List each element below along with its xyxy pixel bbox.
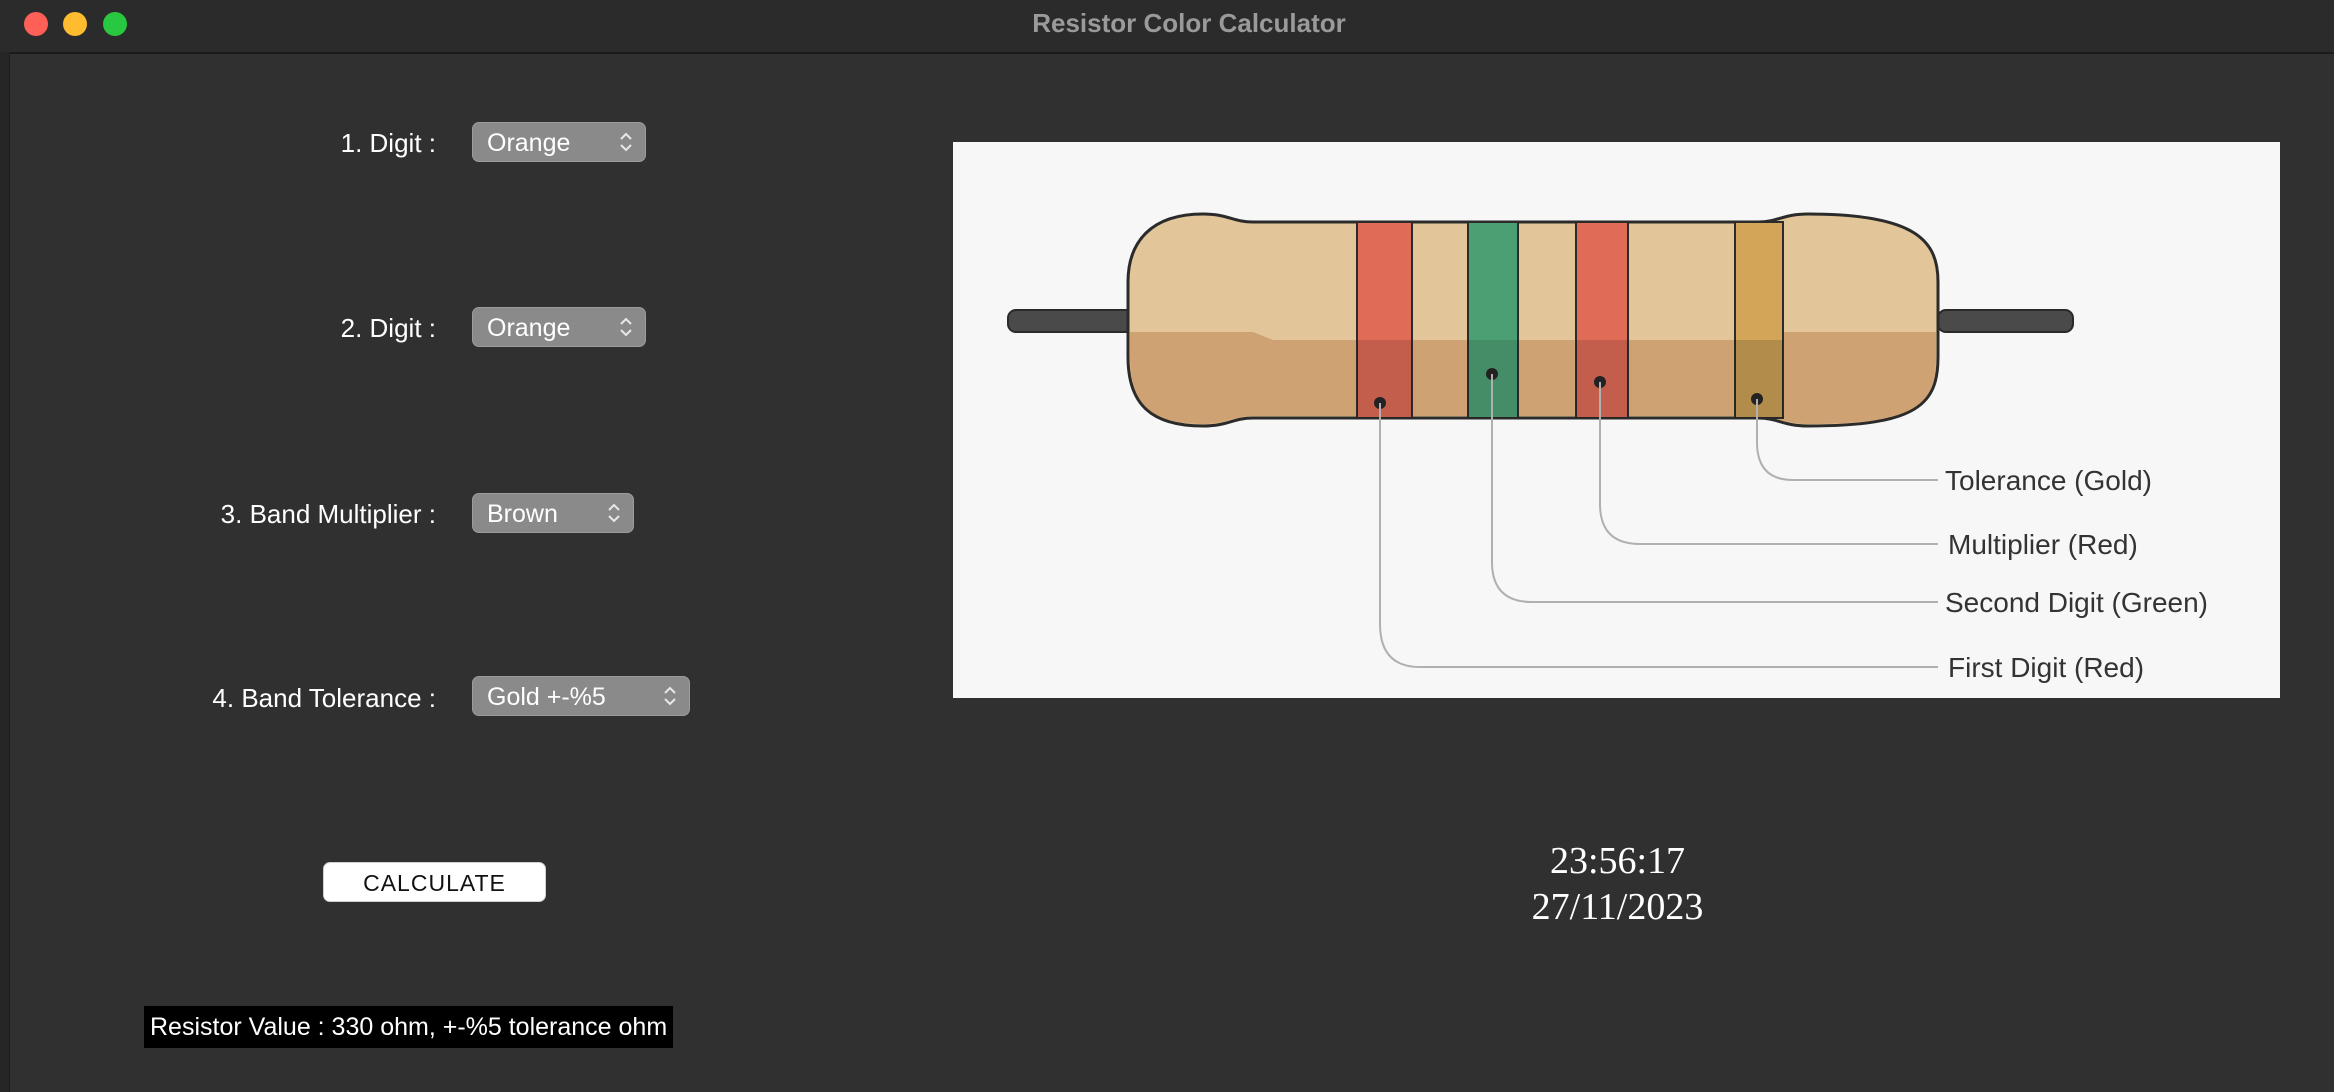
window-edge xyxy=(0,52,10,1092)
resistor-diagram: Tolerance (Gold) Multiplier (Red) Second… xyxy=(953,142,2280,698)
result-text: Resistor Value : 330 ohm, +-%5 tolerance… xyxy=(144,1006,674,1048)
updown-chevron-icon xyxy=(620,317,632,337)
body-shadow xyxy=(1130,332,1936,424)
clock-time: 23:56:17 xyxy=(1549,840,1686,882)
tolerance-select[interactable]: Gold +-%5 xyxy=(472,676,690,716)
multiplier-callout: Multiplier (Red) xyxy=(1948,529,2138,560)
right-lead xyxy=(1937,309,2074,333)
digit1-select[interactable]: Orange xyxy=(472,122,646,162)
multiplier-select-value: Brown xyxy=(487,500,558,528)
digit1-label: 1. Digit : xyxy=(340,128,436,158)
clock-date: 27/11/2023 xyxy=(1531,886,1704,928)
digit2-select-value: Orange xyxy=(487,314,571,342)
app-window: Resistor Color Calculator 1. Digit : Ora… xyxy=(0,0,2334,1092)
first-digit-leader xyxy=(1379,403,1938,668)
first-digit-callout: First Digit (Red) xyxy=(1948,652,2144,683)
left-lead xyxy=(1007,309,1137,333)
second-digit-callout: Second Digit (Green) xyxy=(1945,587,2208,618)
resistor-illustration: Tolerance (Gold) Multiplier (Red) Second… xyxy=(1007,212,2208,683)
updown-chevron-icon xyxy=(664,686,676,706)
clock-display: 23:56:17 27/11/2023 xyxy=(1400,838,1835,930)
updown-chevron-icon xyxy=(608,503,620,523)
window-title: Resistor Color Calculator xyxy=(1032,8,1346,38)
multiplier-label: 3. Band Multiplier : xyxy=(220,499,436,529)
tolerance-callout: Tolerance (Gold) xyxy=(1945,465,2152,496)
digit2-label: 2. Digit : xyxy=(340,313,436,343)
digit1-select-value: Orange xyxy=(487,129,571,157)
tolerance-label: 4. Band Tolerance : xyxy=(212,683,436,713)
calculate-button[interactable]: CALCULATE xyxy=(323,862,546,902)
multiplier-select[interactable]: Brown xyxy=(472,493,634,533)
updown-chevron-icon xyxy=(620,132,632,152)
digit2-select[interactable]: Orange xyxy=(472,307,646,347)
tolerance-select-value: Gold +-%5 xyxy=(487,683,606,711)
title-bar: Resistor Color Calculator xyxy=(0,0,2334,54)
